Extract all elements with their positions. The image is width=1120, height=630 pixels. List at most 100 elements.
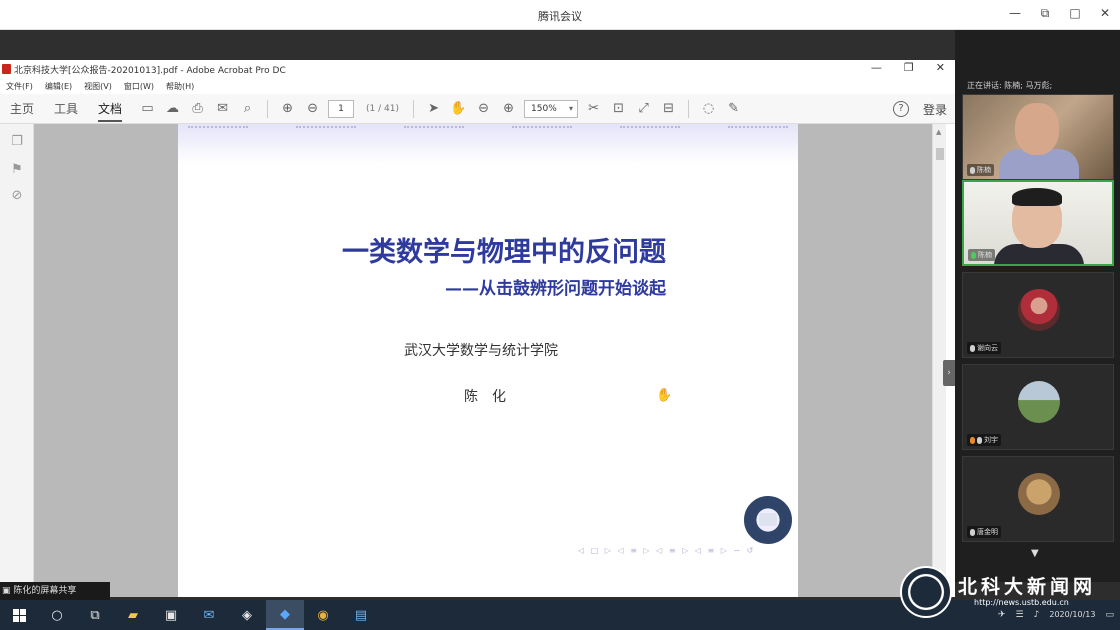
participant-video — [1015, 103, 1059, 155]
tencent-meeting-icon[interactable]: ◆ — [266, 600, 304, 630]
restore-button[interactable]: ⧉ — [1038, 6, 1052, 21]
participant-video — [1012, 188, 1062, 206]
task-view-icon[interactable]: ⧉ — [76, 600, 114, 630]
previous-page-icon[interactable]: ⊕ — [278, 99, 297, 118]
navigation-pane: ❐ ⚑ ⊘ — [0, 124, 34, 597]
right-pane-toggle-icon[interactable]: › — [943, 360, 955, 386]
meeting-titlebar: 腾讯会议 — ⧉ □ ✕ — [0, 0, 1120, 30]
slide-institution: 武汉大学数学与统计学院 — [404, 343, 558, 359]
meeting-window-controls: — ⧉ □ ✕ — [1008, 6, 1112, 21]
mic-icon — [970, 344, 975, 352]
hand-cursor-icon: ✋ — [656, 388, 673, 403]
beamer-navigation-icons: ◁ □ ▷ ◁ ≡ ▷ ◁ ≡ ▷ ◁ ≡ ▷ ∽ ↺ — [578, 546, 756, 555]
video-tile-active[interactable]: 陈楠 — [962, 180, 1114, 266]
video-tile[interactable]: 刘宇 — [962, 364, 1114, 450]
video-tile[interactable]: 陈楠 — [962, 94, 1114, 180]
zoom-select[interactable]: 150% — [524, 99, 579, 118]
cortana-icon[interactable]: ○ — [38, 600, 76, 630]
slide-header-dots — [188, 126, 788, 130]
toolbar-icons: ▭ ☁ ⎙ ✉ ⌕ ⊕ ⊖ 1 (1 / 41) ➤ ✋ ⊖ ⊕ 150% ▾ … — [138, 99, 743, 118]
pen-icon[interactable]: ✎ — [724, 99, 743, 118]
crop-icon[interactable]: ✂ — [584, 99, 603, 118]
acrobat-window-controls: — ❐ ✕ — [871, 61, 945, 74]
pdf-icon — [2, 64, 11, 74]
minimize-button[interactable]: — — [1008, 6, 1022, 21]
menu-window[interactable]: 窗口(W) — [124, 81, 154, 92]
watermark-text: 北科大新闻网 — [958, 576, 1097, 598]
save-icon[interactable]: ▭ — [138, 99, 157, 118]
select-cursor-icon[interactable]: ➤ — [424, 99, 443, 118]
print-icon[interactable]: ⎙ — [188, 99, 207, 118]
hand-tool-icon[interactable]: ✋ — [449, 99, 468, 118]
scrollbar-thumb[interactable] — [936, 148, 944, 160]
slide-header-band — [178, 124, 798, 164]
comment-icon[interactable]: ◌ — [699, 99, 718, 118]
tab-tools[interactable]: 工具 — [44, 94, 88, 124]
zoom-out-icon[interactable]: ⊖ — [474, 99, 493, 118]
tab-document[interactable]: 文档 — [88, 94, 132, 124]
participant-avatar — [1018, 289, 1060, 331]
acrobat-restore-button[interactable]: ❐ — [904, 61, 914, 74]
maximize-button[interactable]: □ — [1068, 6, 1082, 21]
slide-title: 一类数学与物理中的反问题 — [342, 237, 666, 268]
participant-avatar — [1018, 381, 1060, 423]
shared-screen-topbar — [0, 30, 955, 60]
menu-view[interactable]: 视图(V) — [84, 81, 112, 92]
slide-author: 陈 化 — [464, 389, 506, 405]
file-explorer-icon[interactable]: ▰ — [114, 600, 152, 630]
mic-on-icon — [971, 251, 976, 259]
pages-thumbnail-icon[interactable]: ❐ — [9, 134, 25, 150]
attachment-icon[interactable]: ⊘ — [9, 188, 25, 204]
monitor-icon: ▣ — [2, 586, 11, 596]
pdf-page: 一类数学与物理中的反问题 ——从击鼓辨形问题开始谈起 武汉大学数学与统计学院 陈… — [178, 124, 798, 597]
upload-cloud-icon[interactable]: ☁ — [163, 99, 182, 118]
acrobat-window-title: 北京科技大学[公众报告-20201013].pdf - Adobe Acroba… — [14, 66, 286, 76]
ustb-seal-logo — [900, 566, 952, 618]
menu-edit[interactable]: 编辑(E) — [45, 81, 72, 92]
login-button[interactable]: 登录 — [923, 101, 947, 118]
store-icon[interactable]: ▣ — [152, 600, 190, 630]
menu-file[interactable]: 文件(F) — [6, 81, 33, 92]
scroll-down-icon[interactable]: ▼ — [1031, 548, 1039, 559]
tab-home[interactable]: 主页 — [0, 94, 44, 124]
windows-start-button[interactable] — [0, 600, 38, 630]
email-icon[interactable]: ✉ — [213, 99, 232, 118]
acrobat-close-button[interactable]: ✕ — [936, 61, 945, 74]
watermark-url: http://news.ustb.edu.cn — [974, 598, 1069, 607]
mic-icon — [970, 528, 975, 536]
help-icon[interactable]: ? — [892, 101, 909, 117]
bookmark-icon[interactable]: ⚑ — [9, 162, 25, 178]
acrobat-toolbar: 主页 工具 文档 ▭ ☁ ⎙ ✉ ⌕ ⊕ ⊖ 1 (1 / 41) ➤ ✋ ⊖ … — [0, 94, 955, 124]
participant-name: 唐金明 — [967, 526, 1001, 538]
toolbar-divider — [267, 99, 269, 118]
toolbar-divider — [688, 99, 690, 118]
acrobat-titlebar: 北京科技大学[公众报告-20201013].pdf - Adobe Acroba… — [0, 60, 955, 78]
chrome-icon[interactable]: ◉ — [304, 600, 342, 630]
meeting-title: 腾讯会议 — [538, 10, 582, 23]
search-icon[interactable]: ⌕ — [238, 99, 257, 118]
zoom-in-icon[interactable]: ⊕ — [499, 99, 518, 118]
menu-help[interactable]: 帮助(H) — [166, 81, 194, 92]
next-page-icon[interactable]: ⊖ — [303, 99, 322, 118]
read-mode-icon[interactable]: ⊟ — [659, 99, 678, 118]
university-seal-logo — [744, 496, 792, 544]
app-icon[interactable]: ▤ — [342, 600, 380, 630]
mic-icon — [977, 436, 982, 444]
screen-share-label: ▣ 陈化的屏幕共享 — [0, 582, 110, 600]
participant-name: 陈楠 — [967, 164, 994, 176]
document-viewer[interactable]: 一类数学与物理中的反问题 ——从击鼓辨形问题开始谈起 武汉大学数学与统计学院 陈… — [34, 124, 932, 597]
video-tile[interactable]: 谢向云 — [962, 272, 1114, 358]
mail-icon[interactable]: ✉ — [190, 600, 228, 630]
full-screen-icon[interactable]: ⤢ — [634, 99, 653, 118]
participant-name: 刘宇 — [967, 434, 1001, 446]
scroll-up-icon[interactable]: ▲ — [936, 128, 941, 136]
participant-name: 谢向云 — [967, 342, 1001, 354]
screen: 腾讯会议 — ⧉ □ ✕ 北京科技大学[公众报告-20201013].pdf -… — [0, 0, 1120, 630]
page-number-input[interactable]: 1 — [328, 99, 355, 118]
app-icon[interactable]: ◈ — [228, 600, 266, 630]
video-tile[interactable]: 唐金明 — [962, 456, 1114, 542]
toolbar-divider — [413, 99, 415, 118]
close-button[interactable]: ✕ — [1098, 6, 1112, 21]
fit-page-icon[interactable]: ⊡ — [609, 99, 628, 118]
acrobat-minimize-button[interactable]: — — [871, 61, 882, 74]
